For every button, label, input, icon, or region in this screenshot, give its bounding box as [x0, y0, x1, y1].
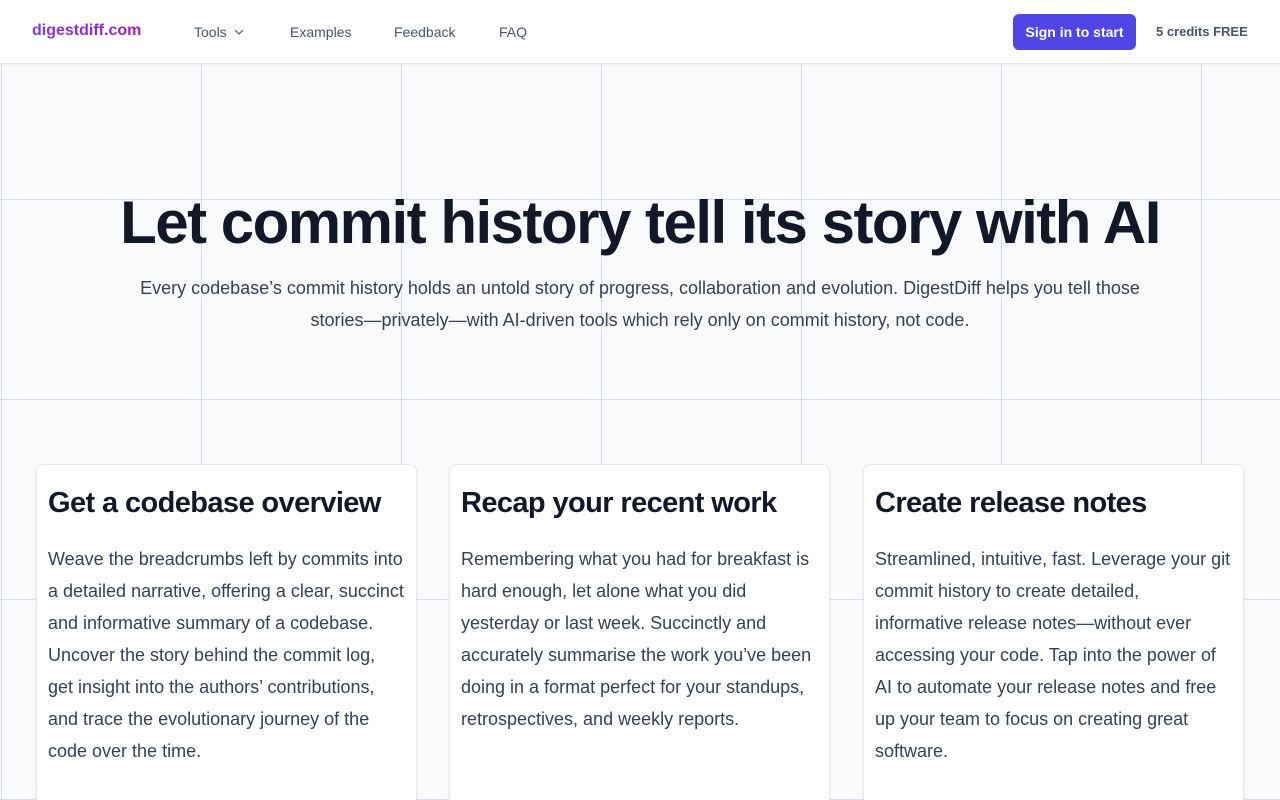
feature-card-body: Remembering what you had for breakfast i… — [461, 549, 812, 729]
nav-faq[interactable]: FAQ — [499, 24, 527, 40]
sign-in-button[interactable]: Sign in to start — [1013, 14, 1136, 50]
feature-card-overview[interactable]: Get a codebase overview Weave the breadc… — [36, 464, 417, 800]
nav-examples[interactable]: Examples — [290, 24, 351, 40]
feature-card-recap[interactable]: Recap your recent work Remembering what … — [449, 464, 830, 800]
feature-card-title: Get a codebase overview — [48, 487, 381, 519]
nav-tools-dropdown[interactable]: Tools — [194, 24, 245, 40]
feature-card-body: Weave the breadcrumbs left by commits in… — [48, 549, 404, 761]
feature-card-title: Recap your recent work — [461, 487, 777, 519]
nav-feedback[interactable]: Feedback — [394, 24, 455, 40]
hero-title: Let commit history tell its story with A… — [120, 189, 1161, 256]
site-logo[interactable]: digestdiff.com — [32, 22, 141, 40]
feature-card-title: Create release notes — [875, 487, 1147, 519]
nav-tools-label: Tools — [194, 24, 227, 40]
top-navbar: digestdiff.com Tools Examples Feedback F… — [0, 0, 1280, 64]
credits-badge: 5 credits FREE — [1156, 24, 1248, 39]
hero-subtitle: Every codebase’s commit history holds an… — [140, 278, 1140, 330]
feature-card-release-notes[interactable]: Create release notes Streamlined, intuit… — [863, 464, 1244, 800]
chevron-down-icon — [234, 29, 243, 35]
feature-card-body: Streamlined, intuitive, fast. Leverage y… — [875, 549, 1231, 761]
